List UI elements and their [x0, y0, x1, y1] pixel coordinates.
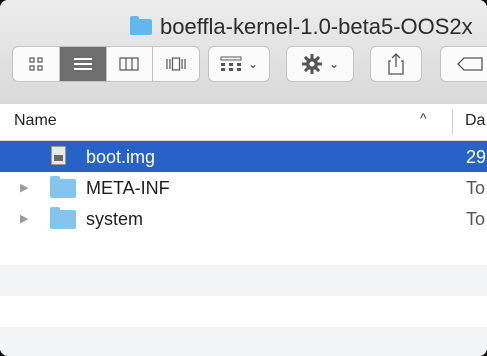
name-column-header[interactable]: Name [14, 112, 57, 130]
share-icon [388, 53, 404, 75]
chevron-down-icon: ⌄ [247, 57, 259, 71]
file-name: boot.img [86, 147, 156, 167]
cover-flow-icon [166, 57, 186, 71]
view-switcher [12, 46, 200, 82]
icon-view-icon [29, 57, 43, 71]
list-view-icon [73, 58, 92, 70]
arrange-button[interactable]: ⌄ [208, 46, 270, 82]
column-view-button[interactable] [107, 47, 154, 81]
finder-window: boeffla-kernel-1.0-beta5-OOS2x ⌄ ⌄ Name … [0, 0, 487, 356]
sort-chevron-up-icon[interactable]: ^ [420, 110, 427, 126]
empty-row [0, 296, 487, 327]
file-name: META-INF [86, 178, 170, 198]
date-column-header[interactable]: Da [465, 112, 485, 130]
list-view-button[interactable] [59, 47, 107, 81]
folder-icon [50, 207, 76, 229]
cover-flow-view-button[interactable] [153, 47, 199, 81]
file-date: 29 [466, 147, 487, 167]
disclosure-triangle-icon[interactable]: ▶ [20, 181, 28, 194]
empty-row [0, 234, 487, 265]
window-title: boeffla-kernel-1.0-beta5-OOS2x [130, 10, 473, 44]
tag-icon [457, 57, 483, 71]
file-date: To [466, 178, 486, 198]
folder-icon [130, 16, 152, 35]
folder-icon [50, 176, 76, 198]
title-bar: boeffla-kernel-1.0-beta5-OOS2x ⌄ ⌄ [0, 0, 487, 105]
file-name: system [86, 209, 144, 229]
file-date: To [466, 209, 486, 229]
arrange-grid-icon [220, 56, 242, 71]
gear-icon [301, 54, 322, 74]
icon-view-button[interactable] [13, 47, 60, 81]
file-list: boot.img 29 ▶ META-INF To ▶ system To [0, 141, 487, 356]
column-header: Name ^ Da [0, 104, 487, 141]
column-divider[interactable] [452, 110, 453, 134]
file-row-meta-inf[interactable]: ▶ META-INF To [0, 172, 487, 203]
file-row-boot-img[interactable]: boot.img 29 [0, 141, 487, 172]
chevron-down-icon: ⌄ [328, 57, 340, 71]
empty-row [0, 265, 487, 296]
file-row-system[interactable]: ▶ system To [0, 203, 487, 234]
disk-image-file-icon [51, 146, 66, 165]
toolbar: ⌄ ⌄ [0, 46, 487, 88]
window-title-text: boeffla-kernel-1.0-beta5-OOS2x [160, 14, 473, 39]
column-view-icon [119, 57, 139, 71]
share-button[interactable] [370, 46, 422, 82]
disclosure-triangle-icon[interactable]: ▶ [20, 212, 28, 225]
tag-button[interactable] [440, 46, 487, 82]
empty-row [0, 327, 487, 356]
action-button[interactable]: ⌄ [286, 46, 354, 82]
